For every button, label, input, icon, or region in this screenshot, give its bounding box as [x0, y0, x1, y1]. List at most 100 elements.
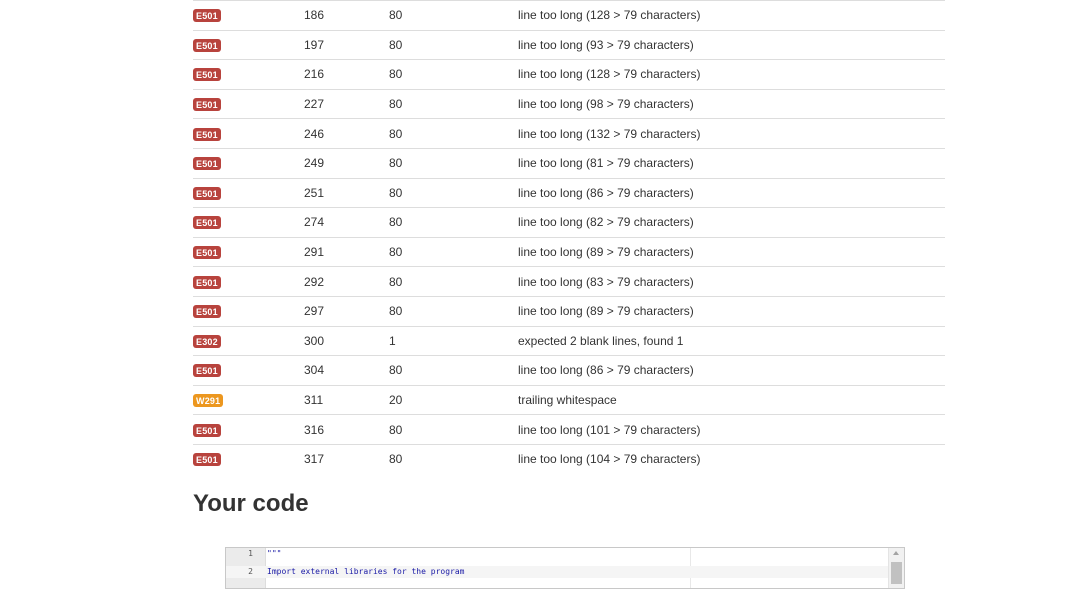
result-message-cell: line too long (101 > 79 characters) — [518, 422, 701, 437]
result-row: E501 249 80 line too long (81 > 79 characte… — [193, 148, 945, 178]
result-line-cell: 227 — [304, 97, 325, 112]
result-message-cell: line too long (86 > 79 characters) — [518, 363, 694, 378]
code-section-title: Your code — [193, 490, 309, 517]
result-code-cell: E501 — [193, 356, 304, 386]
code-badge: E501 — [193, 275, 221, 289]
result-message-cell: line too long (132 > 79 characters) — [518, 126, 701, 141]
code-editor[interactable]: 1 """ 2 Import external libraries for th… — [225, 547, 905, 589]
result-column-cell: 80 — [389, 156, 403, 171]
result-code-cell: E501 — [193, 119, 304, 149]
result-column-cell: 80 — [389, 304, 403, 319]
result-line-cell: 311 — [304, 393, 324, 408]
code-badge: E501 — [193, 68, 221, 82]
result-column-cell: 80 — [389, 185, 403, 200]
code-badge: E501 — [193, 246, 221, 260]
result-message-cell: expected 2 blank lines, found 1 — [518, 333, 684, 348]
result-message-cell: line too long (81 > 79 characters) — [518, 156, 694, 171]
result-code-cell: E501 — [193, 30, 304, 60]
code-line-active[interactable]: 2 Import external libraries for the prog… — [226, 566, 889, 578]
line-number: 1 — [248, 549, 253, 558]
code-line[interactable]: 1 """ — [226, 548, 889, 560]
code-badge: E302 — [193, 334, 221, 348]
result-code-cell: E302 — [193, 326, 304, 356]
result-code-cell: E501 — [193, 296, 304, 326]
result-row: W291 311 20 trailing whitespace — [193, 385, 945, 415]
result-message-cell: line too long (128 > 79 characters) — [518, 8, 701, 23]
result-column-cell: 20 — [389, 393, 403, 408]
result-line-cell: 197 — [304, 37, 325, 52]
result-row: E501 227 80 line too long (98 > 79 characte… — [193, 89, 945, 119]
result-column-cell: 80 — [389, 422, 403, 437]
result-code-cell: E501 — [193, 415, 304, 445]
result-line-cell: 274 — [304, 215, 325, 230]
result-column-cell: 80 — [389, 67, 403, 82]
result-message-cell: line too long (83 > 79 characters) — [518, 274, 694, 289]
result-line-cell: 300 — [304, 333, 325, 348]
result-code-cell: E501 — [193, 267, 304, 297]
code-line-text[interactable]: Import external libraries for the progra… — [267, 566, 464, 578]
code-badge: E501 — [193, 98, 221, 112]
scroll-up-icon[interactable] — [893, 551, 899, 555]
result-message-cell: trailing whitespace — [518, 393, 617, 408]
result-column-cell: 80 — [389, 363, 403, 378]
code-badge: E501 — [193, 305, 221, 319]
scroll-thumb[interactable] — [891, 562, 902, 584]
result-row: E501 251 80 line too long (86 > 79 characte… — [193, 178, 945, 208]
code-badge: E501 — [193, 38, 221, 52]
code-badge: E501 — [193, 216, 221, 230]
results-table: E501 186 80 line too long (128 > 79 charact… — [193, 0, 945, 474]
result-line-cell: 246 — [304, 126, 325, 141]
result-row: E501 316 80 line too long (101 > 79 charact… — [193, 414, 945, 445]
result-row: E501 216 80 line too long (128 > 79 charact… — [193, 59, 945, 90]
result-message-cell: line too long (93 > 79 characters) — [518, 37, 694, 52]
result-code-cell: E501 — [193, 148, 304, 178]
result-row: E501 297 80 line too long (89 > 79 characte… — [193, 296, 945, 326]
result-row: E501 292 80 line too long (83 > 79 characte… — [193, 266, 945, 297]
result-row: E501 246 80 line too long (132 > 79 charact… — [193, 118, 945, 149]
result-column-cell: 80 — [389, 245, 403, 260]
result-row: E501 291 80 line too long (89 > 79 characte… — [193, 237, 945, 267]
editor-scrollbar[interactable] — [888, 548, 904, 588]
result-line-cell: 297 — [304, 304, 325, 319]
result-line-cell: 251 — [304, 185, 325, 200]
code-badge: E501 — [193, 127, 221, 141]
code-badge: E501 — [193, 364, 221, 378]
result-line-cell: 249 — [304, 156, 325, 171]
result-code-cell: E501 — [193, 237, 304, 267]
result-line-cell: 292 — [304, 274, 325, 289]
result-row: E501 304 80 line too long (86 > 79 characte… — [193, 355, 945, 386]
result-column-cell: 80 — [389, 126, 403, 141]
result-column-cell: 80 — [389, 452, 403, 467]
result-code-cell: E501 — [193, 1, 304, 31]
code-line-text[interactable]: """ — [267, 548, 281, 560]
result-code-cell: E501 — [193, 444, 304, 474]
result-message-cell: line too long (98 > 79 characters) — [518, 97, 694, 112]
result-line-cell: 304 — [304, 363, 325, 378]
code-badge: E501 — [193, 423, 221, 437]
result-row: E302 300 1 expected 2 blank lines, found 1 — [193, 326, 945, 356]
result-line-cell: 317 — [304, 452, 325, 467]
result-column-cell: 80 — [389, 215, 403, 230]
code-badge: E501 — [193, 157, 221, 171]
result-row: E501 186 80 line too long (128 > 79 charact… — [193, 0, 945, 31]
line-number: 2 — [248, 567, 253, 576]
results-body: E501 186 80 line too long (128 > 79 charact… — [193, 0, 945, 475]
result-column-cell: 80 — [389, 8, 403, 23]
result-row: E501 317 80 line too long (104 > 79 charact… — [193, 444, 945, 474]
result-line-cell: 316 — [304, 422, 325, 437]
result-column-cell: 80 — [389, 97, 403, 112]
result-line-cell: 186 — [304, 8, 325, 23]
results-container: E501 186 80 line too long (128 > 79 charact… — [193, 0, 945, 474]
result-message-cell: line too long (89 > 79 characters) — [518, 245, 694, 260]
code-badge: E501 — [193, 453, 221, 467]
result-message-cell: line too long (128 > 79 characters) — [518, 67, 701, 82]
result-code-cell: E501 — [193, 89, 304, 119]
code-badge: W291 — [193, 394, 224, 408]
result-code-cell: W291 — [193, 385, 304, 415]
result-column-cell: 1 — [389, 333, 396, 348]
code-badge: E501 — [193, 9, 221, 23]
result-column-cell: 80 — [389, 274, 403, 289]
result-column-cell: 80 — [389, 37, 403, 52]
result-message-cell: line too long (82 > 79 characters) — [518, 215, 694, 230]
result-line-cell: 291 — [304, 245, 325, 260]
